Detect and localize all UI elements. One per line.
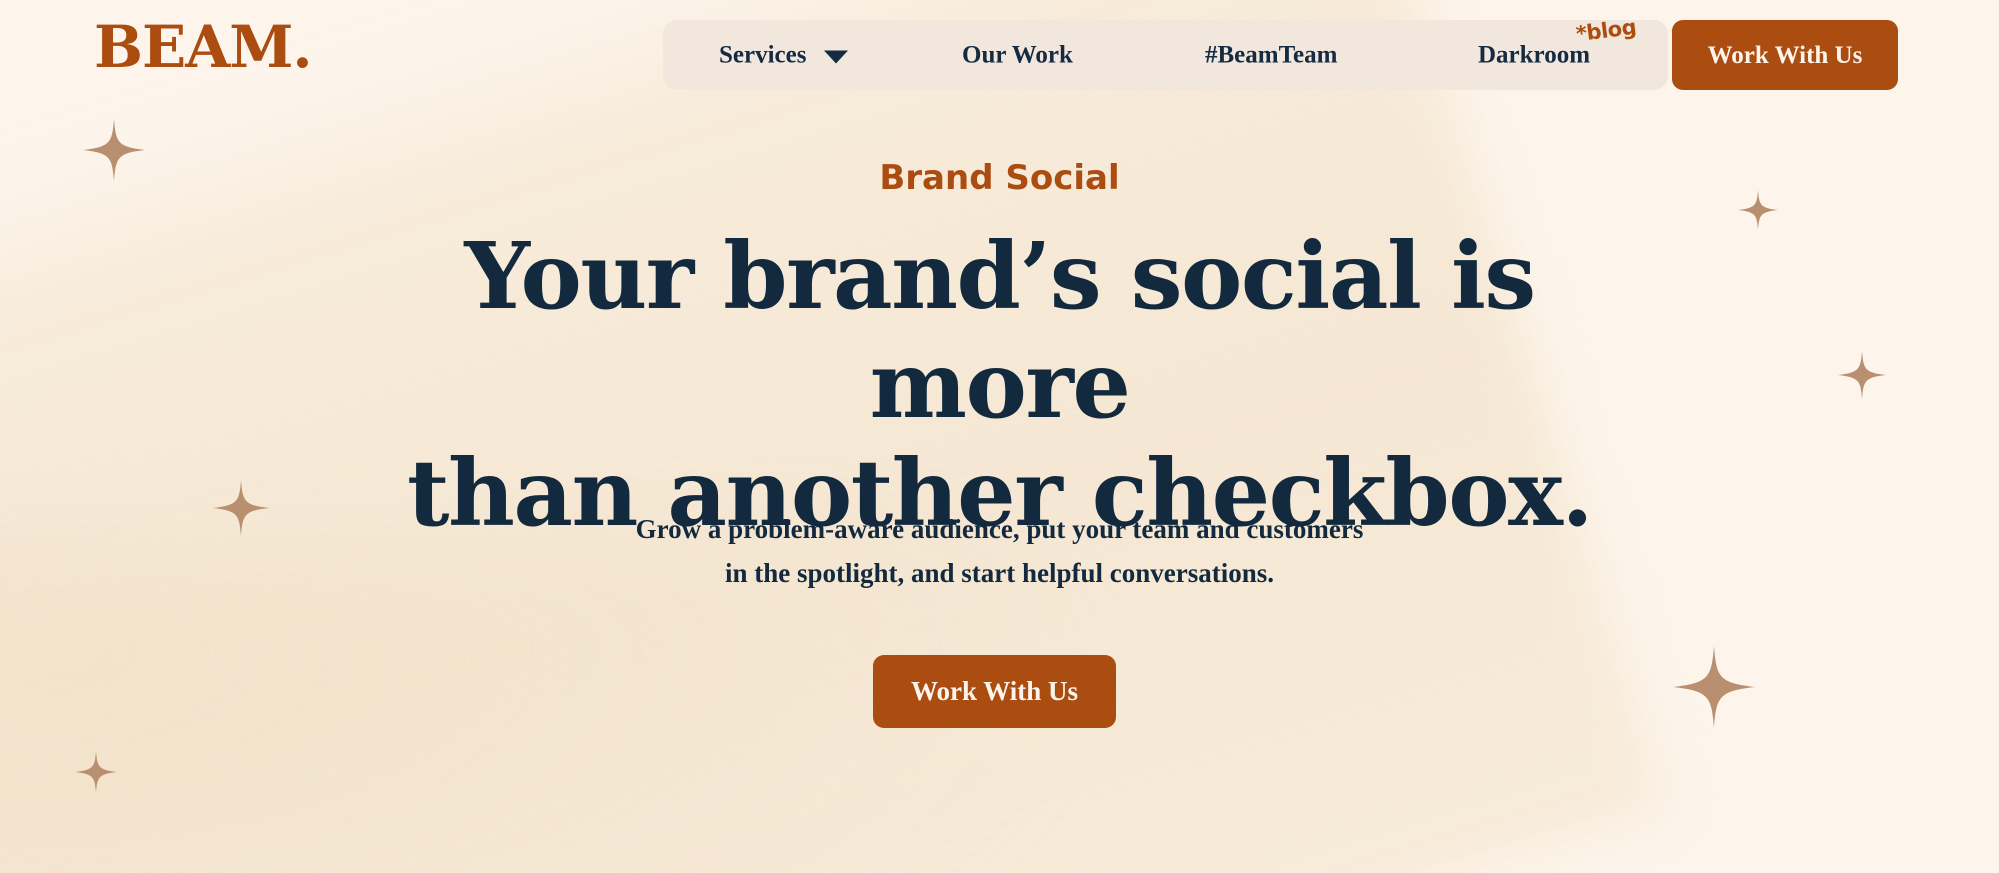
beam-logo[interactable]: BEAM. <box>94 18 313 76</box>
hero-headline-line-1: Your brand’s social is more <box>464 222 1536 439</box>
blog-badge: *blog <box>1574 14 1638 47</box>
hero-subheadline: Grow a problem-aware audience, put your … <box>600 508 1400 595</box>
main-navigation: Services Our Work #BeamTeam Darkroom *bl… <box>663 15 1668 90</box>
hero-headline: Your brand’s social is more than another… <box>340 222 1660 548</box>
chevron-down-icon <box>824 50 849 64</box>
nav-item-beam-team[interactable]: #BeamTeam <box>1205 43 1337 68</box>
hero-section: Brand Social Your brand’s social is more… <box>0 0 1999 873</box>
nav-item-darkroom-label: Darkroom <box>1478 41 1591 69</box>
header-work-with-us-button[interactable]: Work With Us <box>1672 20 1898 90</box>
hero-subheadline-line-1: Grow a problem-aware audience, put your … <box>635 514 1364 544</box>
hero-subheadline-line-2: in the spotlight, and start helpful conv… <box>724 557 1275 588</box>
nav-item-beam-team-label: #BeamTeam <box>1205 41 1338 69</box>
nav-item-services-label: Services <box>719 41 807 69</box>
nav-item-darkroom[interactable]: Darkroom *blog <box>1478 15 1637 69</box>
hero-eyebrow: Brand Social <box>879 158 1120 198</box>
nav-item-services[interactable]: Services <box>719 41 849 69</box>
hero-work-with-us-button[interactable]: Work With Us <box>873 655 1116 728</box>
nav-item-our-work[interactable]: Our Work <box>962 43 1073 68</box>
site-header: BEAM. Services Our Work #BeamTeam Darkro… <box>0 0 1999 120</box>
nav-item-our-work-label: Our Work <box>962 41 1073 69</box>
